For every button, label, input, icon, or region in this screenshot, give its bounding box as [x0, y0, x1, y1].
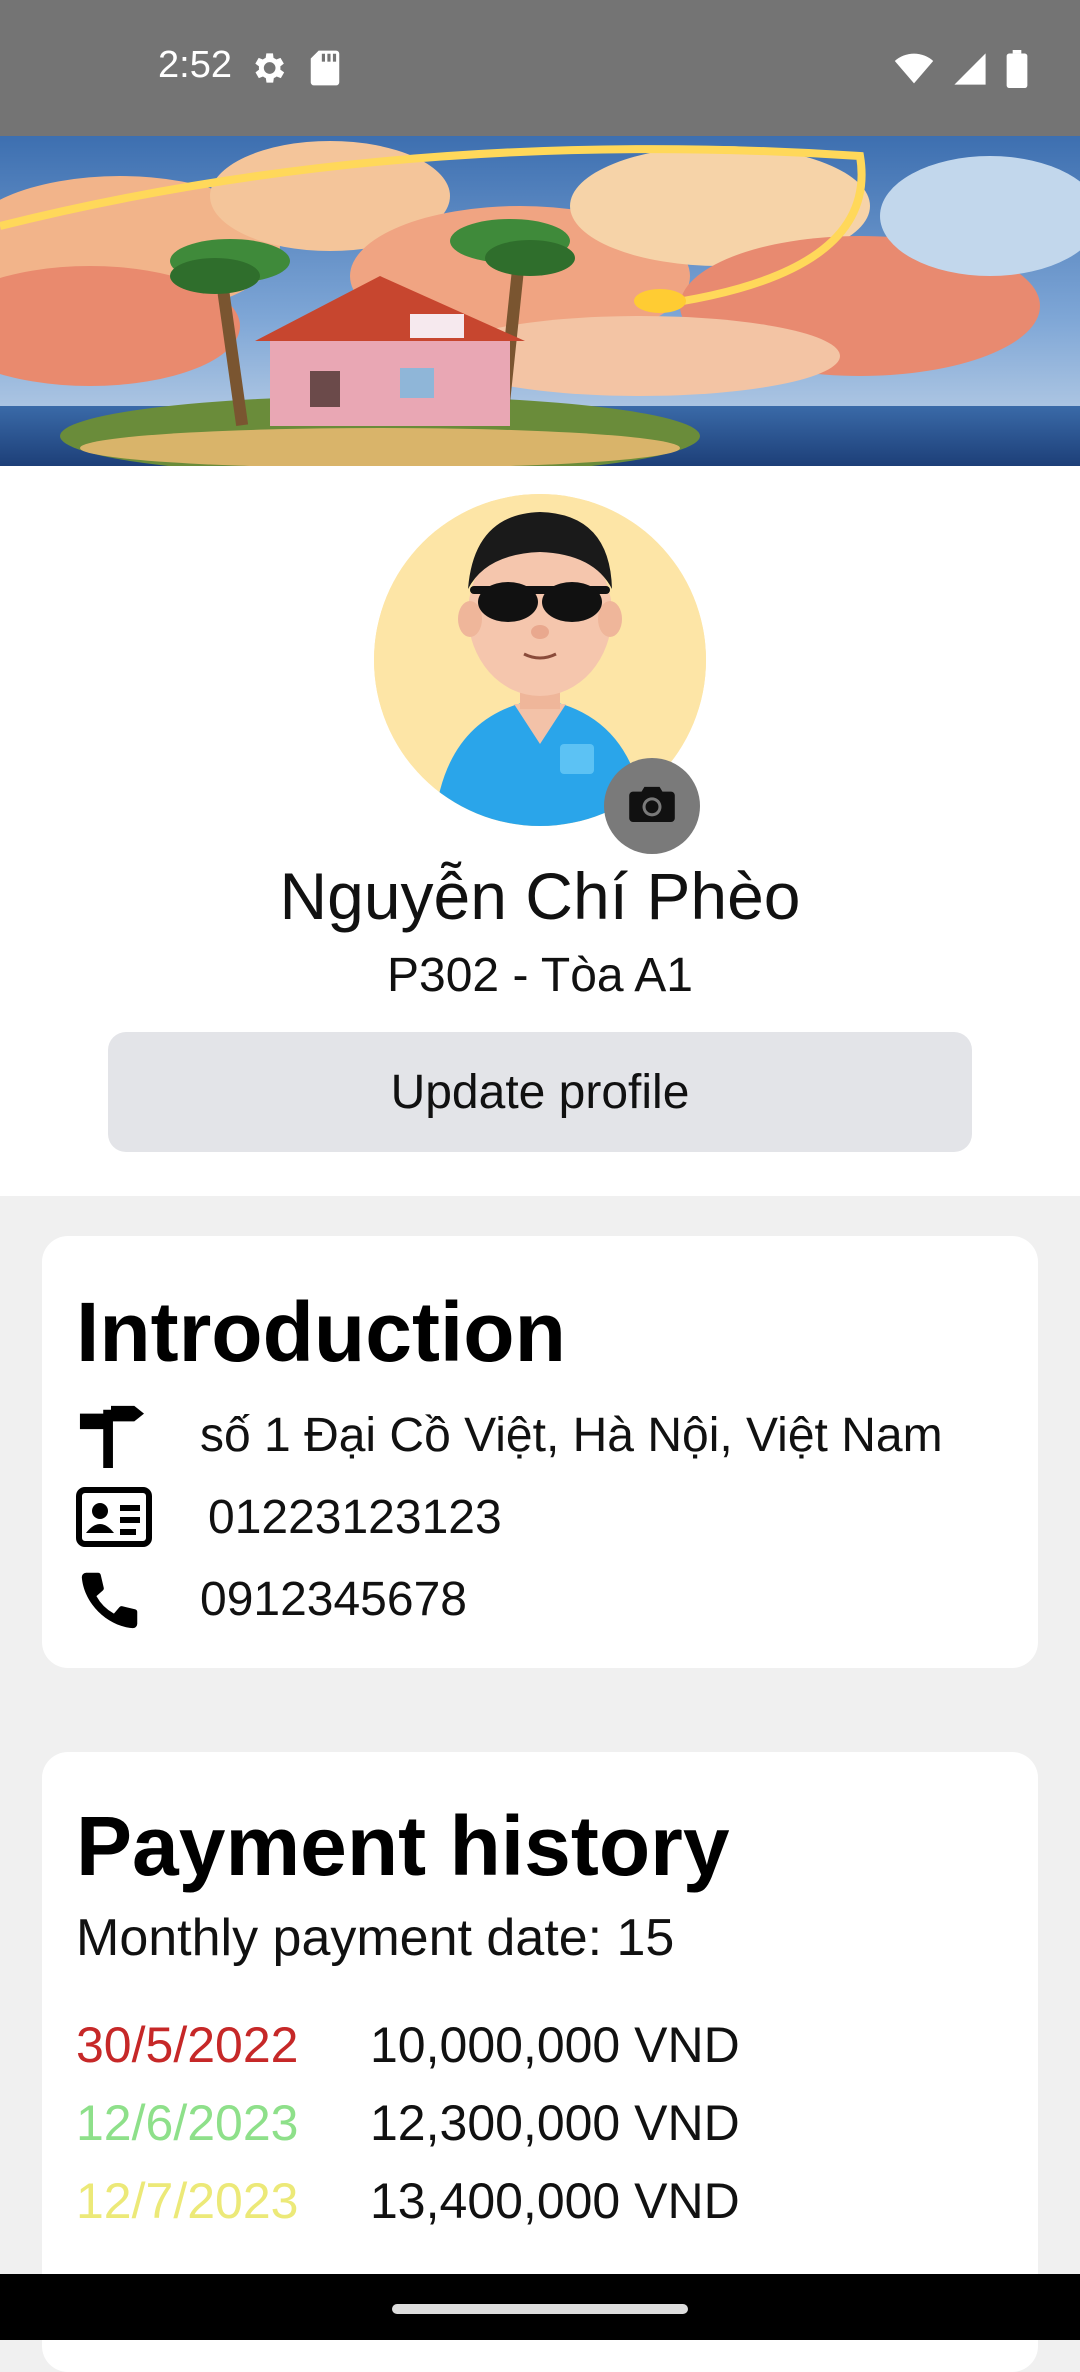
status-left-icons [248, 48, 342, 93]
home-gesture-handle[interactable] [392, 2304, 688, 2314]
avatar-container [374, 494, 706, 854]
address-text: số 1 Đại Cồ Việt, Hà Nội, Việt Nam [200, 1408, 943, 1462]
phone-icon [76, 1564, 156, 1634]
status-bar: 2:52 [0, 0, 1080, 136]
id-number-text: 01223123123 [208, 1490, 502, 1544]
status-right-icons [894, 50, 1028, 93]
sd-card-icon [308, 49, 342, 92]
payment-amount: 13,400,000 VND [370, 2173, 740, 2229]
update-profile-button[interactable]: Update profile [108, 1032, 972, 1152]
phone-row: 0912345678 [76, 1564, 467, 1634]
payment-amount: 12,300,000 VND [370, 2095, 740, 2151]
payment-row: 12/6/2023 12,300,000 VND [76, 2094, 740, 2152]
camera-icon [629, 785, 675, 828]
signal-icon [952, 52, 988, 91]
payment-history-title: Payment history [76, 1799, 730, 1893]
navigation-bar [0, 2274, 1080, 2340]
profile-section: Nguyễn Chí Phèo P302 - Tòa A1 Update pro… [0, 466, 1080, 1196]
id-number-row: 01223123123 [76, 1482, 502, 1552]
address-row: số 1 Đại Cồ Việt, Hà Nội, Việt Nam [76, 1400, 943, 1470]
change-avatar-button[interactable] [604, 758, 700, 854]
payment-date: 12/6/2023 [76, 2095, 299, 2151]
introduction-title: Introduction [76, 1285, 566, 1379]
payment-amount: 10,000,000 VND [370, 2017, 740, 2073]
introduction-card: Introduction số 1 Đại Cồ Việt, Hà Nội, V… [42, 1236, 1038, 1668]
payment-row: 30/5/2022 10,000,000 VND [76, 2016, 740, 2074]
profile-name: Nguyễn Chí Phèo [279, 859, 801, 933]
monthly-payment-date: Monthly payment date: 15 [76, 1909, 675, 1967]
wifi-icon [894, 53, 934, 90]
cover-banner-image [0, 136, 1080, 466]
signpost-icon [76, 1400, 156, 1470]
phone-text: 0912345678 [200, 1572, 467, 1626]
id-card-icon [76, 1482, 156, 1552]
profile-room: P302 - Tòa A1 [387, 949, 693, 1002]
status-time: 2:52 [158, 44, 232, 86]
payment-date: 12/7/2023 [76, 2173, 299, 2229]
settings-gear-icon [248, 48, 288, 93]
battery-icon [1006, 50, 1028, 93]
payment-date: 30/5/2022 [76, 2017, 299, 2073]
payment-row: 12/7/2023 13,400,000 VND [76, 2172, 740, 2230]
